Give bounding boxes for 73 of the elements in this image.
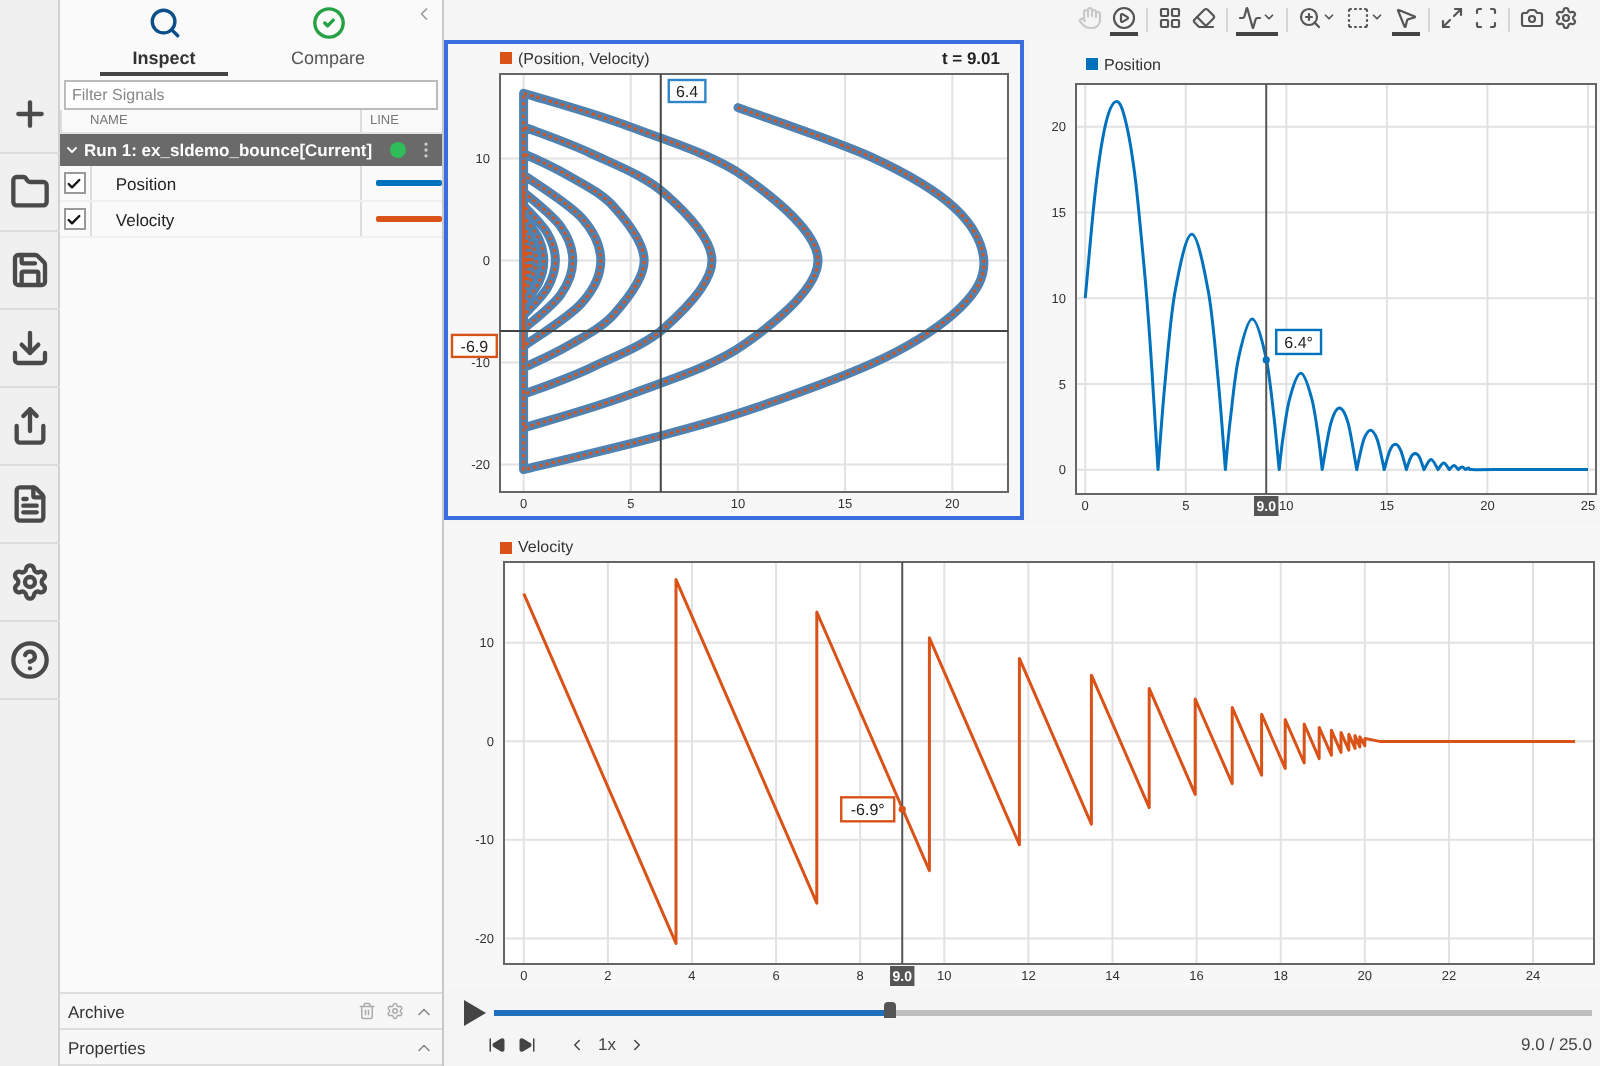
data-tip: 6.4° bbox=[1262, 328, 1323, 364]
legend-swatch bbox=[500, 52, 512, 65]
filter-field[interactable]: Filter Signals bbox=[64, 80, 438, 110]
settings-icon bbox=[10, 562, 50, 602]
slider-fill[interactable] bbox=[494, 1009, 890, 1015]
time-label: t = 9.01 bbox=[941, 47, 1000, 68]
play-circle-icon bbox=[1112, 5, 1136, 29]
slider-thumb[interactable] bbox=[883, 1001, 896, 1017]
document-icon bbox=[10, 484, 50, 524]
dropdown-caret-icon bbox=[1370, 10, 1384, 24]
time-readout: 9.0 / 25.0 bbox=[1521, 1034, 1592, 1054]
run-row[interactable]: Run 1: ex_sldemo_bounce[Current] bbox=[60, 134, 442, 166]
check-circle-icon bbox=[311, 6, 345, 40]
legend-label: Velocity bbox=[518, 538, 574, 556]
play-button[interactable] bbox=[464, 999, 486, 1025]
run-name: Run 1: ex_sldemo_bounce[Current] bbox=[84, 140, 375, 160]
wave-icon bbox=[1238, 5, 1262, 29]
pointer-icon bbox=[1394, 5, 1418, 29]
panel-title: Archive bbox=[68, 1001, 127, 1021]
play-circle-button[interactable] bbox=[1110, 4, 1138, 36]
hand-icon bbox=[1078, 5, 1102, 29]
tab[interactable]: Compare bbox=[264, 0, 392, 76]
ref-line-label: 6.4 bbox=[675, 82, 700, 101]
checkbox[interactable] bbox=[63, 172, 86, 194]
legend-swatch bbox=[500, 541, 512, 553]
line-swatch[interactable] bbox=[376, 216, 442, 222]
signal-name[interactable]: Velocity bbox=[91, 209, 360, 229]
search-icon bbox=[147, 6, 181, 40]
chevron-left-icon bbox=[568, 1035, 586, 1053]
wave-button[interactable] bbox=[1236, 4, 1278, 36]
zoom-in-icon bbox=[1298, 5, 1322, 29]
cursor-line[interactable] bbox=[659, 72, 662, 493]
settings-icon bbox=[1554, 5, 1578, 29]
corners-icon bbox=[1474, 5, 1498, 29]
signal-name[interactable]: Position bbox=[91, 173, 360, 193]
step-back-button[interactable] bbox=[484, 1035, 510, 1053]
plus-icon bbox=[10, 94, 50, 134]
line-swatch[interactable] bbox=[376, 180, 442, 186]
cursor-line[interactable] bbox=[1265, 82, 1268, 495]
legend-label: (Position, Velocity) bbox=[518, 49, 650, 68]
panel-title: Properties bbox=[68, 1037, 148, 1057]
folder-icon bbox=[10, 172, 50, 212]
download-icon bbox=[10, 328, 50, 368]
step-forward-icon bbox=[518, 1035, 536, 1053]
pointer-button[interactable] bbox=[1392, 4, 1420, 36]
play-icon bbox=[464, 999, 486, 1025]
cursor-label[interactable]: 6.4 bbox=[667, 78, 707, 104]
dropdown-caret-icon bbox=[1262, 10, 1276, 24]
share-icon bbox=[10, 406, 50, 446]
tab[interactable]: Inspect bbox=[100, 0, 228, 76]
step-forward-button[interactable] bbox=[514, 1035, 540, 1053]
status-dot bbox=[390, 142, 406, 158]
help-icon bbox=[10, 640, 50, 680]
step-back-icon bbox=[488, 1035, 506, 1053]
expand-icon bbox=[1440, 5, 1464, 29]
expand-caret-icon[interactable] bbox=[64, 142, 80, 158]
dropdown-caret-icon bbox=[1322, 10, 1336, 24]
cursor-line[interactable] bbox=[901, 561, 904, 965]
data-tip: -6.9° bbox=[840, 796, 906, 823]
annotation: -6.9° bbox=[850, 800, 885, 819]
speed-label[interactable]: 1x bbox=[594, 1034, 620, 1054]
ref-line-label: -6.9 bbox=[460, 337, 490, 356]
cursor-label[interactable]: -6.9 bbox=[450, 333, 498, 358]
eraser-icon bbox=[1192, 5, 1216, 29]
legend-label: Position bbox=[1104, 55, 1161, 74]
checkbox[interactable] bbox=[63, 208, 86, 230]
legend-swatch bbox=[1086, 58, 1098, 71]
cursor-line[interactable] bbox=[499, 329, 1009, 332]
dashed-square-icon bbox=[1346, 5, 1370, 29]
floppy-icon bbox=[10, 250, 50, 290]
grid-icon bbox=[1158, 5, 1182, 29]
camera-icon bbox=[1520, 5, 1544, 29]
annotation: 6.4° bbox=[1284, 333, 1313, 352]
